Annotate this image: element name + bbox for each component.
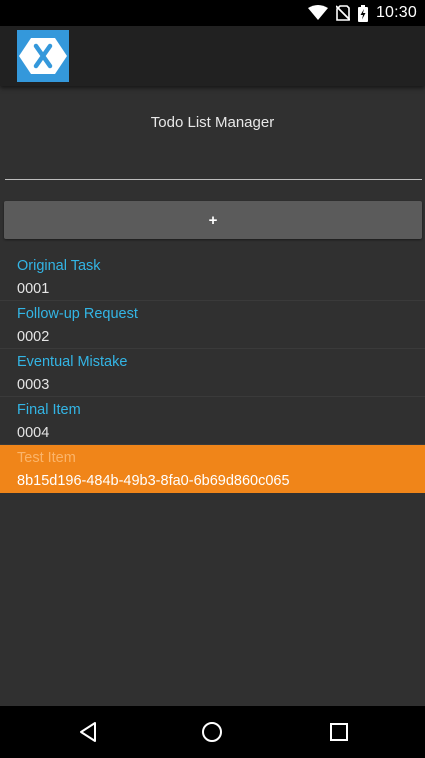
item-name: Eventual Mistake (17, 354, 128, 370)
task-name-input[interactable] (5, 152, 422, 180)
item-name: Test Item (17, 450, 76, 466)
app-bar (0, 26, 425, 86)
xamarin-logo-icon (17, 30, 69, 82)
list-item[interactable]: Final Item 0004 (0, 397, 425, 445)
no-sim-icon (335, 5, 350, 21)
status-time: 10:30 (375, 4, 417, 21)
todo-list: Original Task 0001 Follow-up Request 000… (0, 253, 425, 493)
home-icon[interactable] (200, 720, 224, 744)
navigation-bar (0, 706, 425, 758)
item-id: 0003 (17, 377, 50, 393)
add-item-button[interactable]: + (4, 201, 422, 239)
item-name: Final Item (17, 402, 81, 418)
item-id: 8b15d196-484b-49b3-8fa0-6b69d860c065 (17, 473, 290, 489)
item-name: Original Task (17, 258, 101, 274)
item-id: 0004 (17, 425, 50, 441)
app-screen: 10:30 Todo List Manager + Original Task … (0, 0, 425, 758)
list-item[interactable]: Eventual Mistake 0003 (0, 349, 425, 397)
page-title: Todo List Manager (150, 114, 275, 131)
wifi-icon (307, 5, 328, 21)
recents-icon[interactable] (327, 720, 351, 744)
item-id: 0001 (17, 281, 50, 297)
list-item[interactable]: Follow-up Request 0002 (0, 301, 425, 349)
list-item-selected[interactable]: Test Item 8b15d196-484b-49b3-8fa0-6b69d8… (0, 445, 425, 493)
list-item[interactable]: Original Task 0001 (0, 253, 425, 301)
item-name: Follow-up Request (17, 306, 138, 322)
back-icon[interactable] (76, 720, 100, 744)
battery-icon (357, 4, 368, 22)
item-id: 0002 (17, 329, 50, 345)
status-bar: 10:30 (0, 0, 425, 26)
